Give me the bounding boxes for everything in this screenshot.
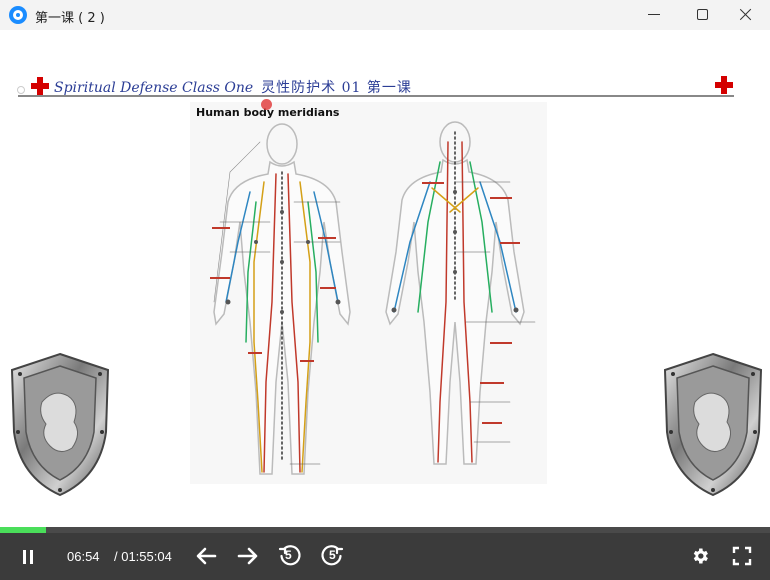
close-button[interactable] — [724, 0, 770, 30]
header-divider — [18, 95, 734, 97]
arrow-left-icon[interactable] — [195, 546, 217, 566]
rewind-seconds: 5 — [285, 548, 292, 562]
close-icon — [740, 8, 752, 20]
fullscreen-icon[interactable] — [732, 546, 752, 566]
header-cn: 灵性防护术 01 第一课 — [261, 80, 412, 96]
title-bar: 第一课 ( 2 ) — [0, 0, 770, 30]
gear-icon[interactable] — [690, 546, 710, 566]
minimize-icon — [648, 14, 660, 15]
forward-5-button[interactable]: 5 — [320, 544, 344, 568]
current-time: 06:54 — [67, 549, 100, 564]
arrow-right-icon[interactable] — [237, 546, 259, 566]
shield-right-icon — [663, 352, 763, 497]
meridian-figures — [210, 121, 536, 475]
front-body-figure — [213, 123, 351, 475]
slide-circle-icon — [17, 86, 25, 94]
player-controls: 06:54 / 01:55:04 5 5 — [0, 533, 770, 580]
app-logo-icon — [9, 6, 27, 24]
total-time: / 01:55:04 — [114, 549, 172, 564]
maximize-button[interactable] — [680, 0, 726, 30]
header-en: Spiritual Defense Class One — [54, 80, 254, 96]
forward-seconds: 5 — [329, 548, 336, 562]
window-title: 第一课 ( 2 ) — [35, 11, 105, 26]
red-cross-icon — [715, 76, 733, 94]
pointer-dot — [261, 99, 272, 110]
minimize-button[interactable] — [632, 0, 678, 30]
shield-left-icon — [10, 352, 110, 497]
rewind-5-button[interactable]: 5 — [278, 544, 302, 568]
meridian-diagram — [190, 102, 547, 484]
back-body-figure — [385, 121, 536, 465]
slide-header: Spiritual Defense Class One 灵性防护术 01 第一课 — [54, 77, 412, 97]
pause-icon[interactable] — [18, 547, 38, 567]
red-cross-icon — [31, 77, 49, 95]
maximize-icon — [697, 9, 708, 20]
